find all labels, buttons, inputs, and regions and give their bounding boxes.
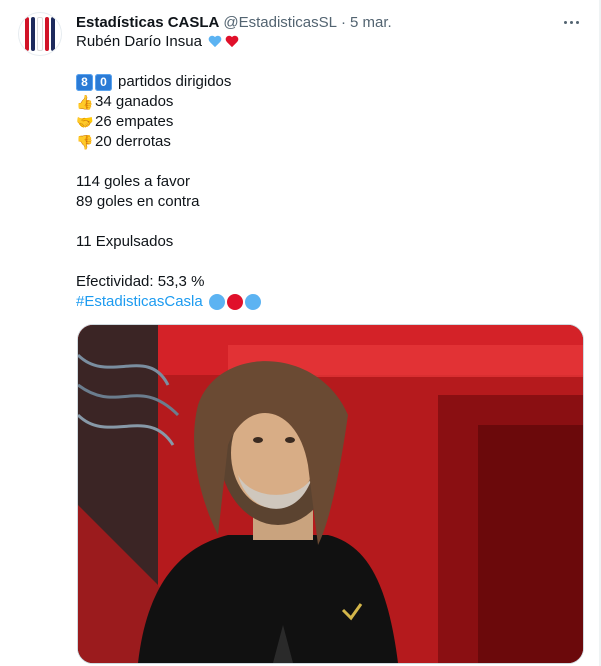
red-heart-icon	[225, 36, 239, 49]
tweet-header: Estadísticas CASLA @EstadisticasSL · 5 m…	[76, 12, 392, 32]
more-icon[interactable]	[561, 12, 581, 32]
matches-line: 8 0 partidos dirigidos	[76, 72, 576, 92]
wins-text: 34 ganados	[95, 93, 174, 110]
keycap-0-icon: 0	[95, 73, 112, 91]
separator: ·	[341, 13, 346, 31]
red-circle-icon	[226, 294, 243, 310]
coach-name: Rubén Darío Insua	[76, 33, 202, 50]
thumbs-down-icon: 👎	[76, 134, 94, 150]
losses-text: 20 derrotas	[95, 133, 171, 150]
handshake-icon: 🤝	[76, 114, 94, 130]
author-handle[interactable]: @EstadisticasSL	[223, 14, 337, 31]
expulsions-line: 11 Expulsados	[76, 233, 174, 250]
blue-circle-icon	[208, 294, 225, 310]
matches-text: partidos dirigidos	[118, 73, 232, 90]
thumbs-up-icon: 👍	[76, 94, 94, 110]
losses-line: 👎 20 derrotas	[76, 132, 576, 152]
author-name[interactable]: Estadísticas CASLA	[76, 14, 219, 31]
draws-text: 26 empates	[95, 113, 174, 130]
tweet-text: Rubén Darío Insua 8 0 partidos dirigidos…	[76, 32, 576, 312]
hashtag-line: #EstadisticasCasla	[76, 292, 576, 312]
effectiveness-line: Efectividad: 53,3 %	[76, 273, 205, 290]
draws-line: 🤝 26 empates	[76, 112, 576, 132]
blue-heart-icon	[208, 36, 222, 49]
goals-for-line: 114 goles a favor	[76, 173, 190, 190]
avatar[interactable]	[18, 12, 62, 56]
blue-circle-icon	[244, 294, 261, 310]
goals-against-line: 89 goles en contra	[76, 193, 200, 210]
title-line: Rubén Darío Insua	[76, 32, 576, 52]
hashtag-link[interactable]: #EstadisticasCasla	[76, 292, 203, 312]
timestamp[interactable]: 5 mar.	[350, 14, 392, 31]
keycap-8-icon: 8	[76, 73, 93, 91]
tweet-photo[interactable]	[77, 324, 584, 664]
wins-line: 👍 34 ganados	[76, 92, 576, 112]
club-avatar-icon	[25, 17, 55, 51]
